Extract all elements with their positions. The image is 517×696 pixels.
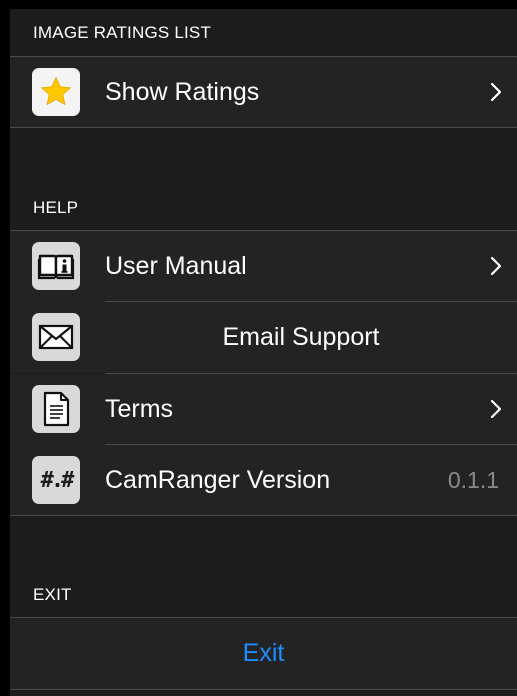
book-info-icon: [32, 242, 80, 290]
separator: [10, 689, 517, 690]
email-support-row[interactable]: Email Support: [10, 302, 517, 373]
hash-icon-text: #.#: [40, 467, 75, 493]
terms-row[interactable]: Terms: [10, 374, 517, 445]
version-label: CamRanger Version: [105, 466, 331, 494]
chevron-right-icon: [490, 399, 502, 419]
envelope-icon: [32, 313, 80, 361]
separator: [10, 515, 517, 516]
email-support-label: Email Support: [222, 323, 380, 351]
show-ratings-row[interactable]: Show Ratings: [10, 57, 517, 128]
user-manual-row[interactable]: User Manual: [10, 231, 517, 302]
terms-label: Terms: [105, 395, 174, 423]
version-value: 0.1.1: [447, 467, 499, 493]
document-icon: [32, 385, 80, 433]
star-icon: [32, 68, 80, 116]
hash-icon: #.#: [32, 456, 80, 504]
settings-screen: IMAGE RATINGS LIST Show Ratings HELP Use…: [10, 9, 517, 696]
chevron-right-icon: [490, 82, 502, 102]
separator: [10, 127, 517, 128]
show-ratings-label: Show Ratings: [105, 78, 260, 106]
section-header-exit-label: EXIT: [33, 585, 72, 604]
section-header-help-label: HELP: [33, 198, 79, 217]
user-manual-label: User Manual: [105, 252, 247, 280]
version-row: #.# CamRanger Version 0.1.1: [10, 445, 517, 516]
exit-row[interactable]: Exit: [10, 618, 517, 689]
section-header-ratings-label: IMAGE RATINGS LIST: [33, 23, 212, 42]
chevron-right-icon: [490, 256, 502, 276]
exit-button[interactable]: Exit: [10, 618, 517, 689]
